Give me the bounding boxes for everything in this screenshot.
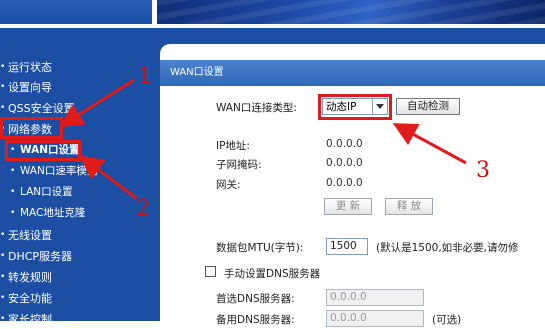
arrow-to-wan bbox=[79, 155, 137, 200]
arrow-to-connection-type bbox=[392, 123, 467, 165]
arrow-to-network bbox=[58, 78, 135, 128]
step-number-1: 1 bbox=[138, 64, 152, 89]
step-number-2: 2 bbox=[136, 196, 150, 221]
step-number-3: 3 bbox=[476, 158, 490, 183]
annotation-arrows bbox=[58, 78, 467, 200]
